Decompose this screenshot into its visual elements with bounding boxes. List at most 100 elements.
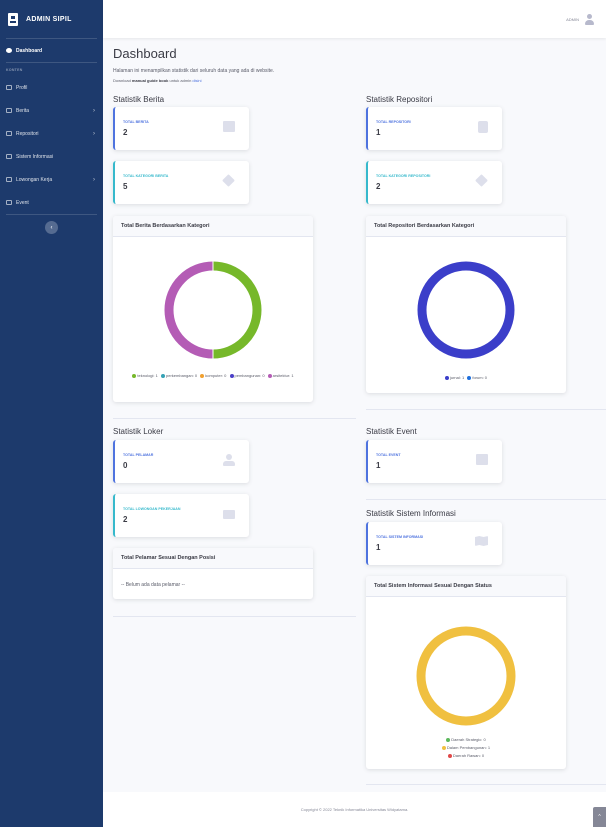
legend-item[interactable]: Daerah Rawan: 0 [374, 752, 558, 760]
chevron-right-icon: › [93, 176, 95, 183]
user-menu[interactable]: ADMIN [566, 14, 594, 25]
legend-dot [161, 373, 165, 378]
stat-card-total-berita: TOTAL BERITA 2 [113, 107, 249, 150]
sidebar-item-lowongan-kerja[interactable]: Lowongan Kerja › [0, 168, 103, 191]
legend-label: arsitektur: 1 [272, 373, 294, 378]
stat-label: TOTAL EVENT [376, 453, 401, 457]
topbar: ADMIN [103, 0, 606, 38]
legend-dot [444, 375, 449, 380]
stat-label: TOTAL SISTEM INFORMASI [376, 535, 424, 539]
section-title-repositori: Statistik Repositori [366, 95, 433, 104]
table-title: Total Pelamar Sesuai Dengan Posisi [113, 548, 313, 569]
brand-logo-icon [8, 12, 18, 26]
donut-slice-arsitektur[interactable] [164, 261, 214, 359]
sidebar-item-berita[interactable]: Berita › [0, 99, 103, 122]
legend-dot [200, 373, 205, 378]
users-icon [223, 454, 235, 466]
legend-item[interactable]: perkembangan: 0 [161, 373, 197, 378]
page-title: Dashboard [113, 46, 177, 61]
legend-item[interactable]: teknologi: 1 [132, 373, 158, 378]
sidebar-item-repositori[interactable]: Repositori › [0, 122, 103, 145]
legend-dot [467, 375, 472, 380]
section-title-sistem-informasi: Statistik Sistem Informasi [366, 509, 456, 518]
stat-label: TOTAL LOWONGAN PEKERJAAN [123, 507, 181, 511]
legend-item[interactable]: Dalam Pembangunan: 1 [374, 744, 558, 752]
legend-dot [441, 745, 446, 750]
calendar-icon [6, 200, 12, 205]
legend-item[interactable]: Daerah Strategic: 0 [374, 736, 558, 744]
section-divider [366, 409, 606, 410]
page-header: Dashboard Halaman ini menampilkan statis… [113, 46, 606, 83]
sidebar-toggle-button[interactable]: ‹ [45, 221, 58, 234]
legend-dot [446, 737, 451, 742]
donut-slice-dalam-pembangunan[interactable] [416, 626, 516, 726]
chart-card-berita: Total Berita Berdasarkan Kategori teknol… [113, 216, 313, 402]
download-bold: manual guide book [131, 78, 169, 83]
scroll-to-top-button[interactable]: ^ [593, 807, 606, 827]
sidebar-heading: KONTEN [6, 67, 23, 72]
legend-label: forum: 0 [472, 375, 488, 380]
sidebar-item-label: Lowongan Kerja [16, 176, 53, 183]
legend-dot [229, 373, 234, 378]
sidebar-item-label: Berita [16, 107, 30, 114]
stat-value: 2 [123, 515, 128, 524]
donut-slice-jurnal[interactable] [417, 261, 515, 359]
legend-dot [132, 373, 137, 378]
legend-item[interactable]: forum: 0 [467, 375, 487, 380]
calendar-icon [476, 454, 488, 465]
section-divider [113, 418, 356, 419]
donut-chart-repositori [417, 261, 515, 359]
stat-label: TOTAL KATEGORI REPOSITORI [376, 174, 431, 178]
dashboard-icon [6, 48, 12, 53]
sidebar-item-event[interactable]: Event [0, 191, 103, 214]
table-card-pelamar: Total Pelamar Sesuai Dengan Posisi -- Be… [113, 548, 313, 599]
legend-item[interactable]: jurnal: 1 [444, 375, 464, 380]
legend-dot [447, 753, 452, 758]
sidebar: ADMIN SIPIL Dashboard KONTEN Profil Beri… [0, 0, 103, 827]
stat-label: TOTAL PELAMAR [123, 453, 154, 457]
download-mid: untuk admin [169, 78, 192, 83]
tags-icon [475, 174, 488, 187]
stat-card-total-sistem-informasi: TOTAL SISTEM INFORMASI 1 [366, 522, 502, 565]
donut-slice-teknologi[interactable] [212, 261, 262, 359]
legend-label: pembangunan: 0 [234, 373, 265, 378]
stat-value: 1 [376, 128, 381, 137]
section-divider [366, 499, 606, 500]
sidebar-item-label: Event [16, 199, 29, 206]
legend-dot [267, 373, 272, 378]
briefcase-icon [6, 177, 12, 182]
section-divider [366, 784, 606, 785]
stat-label: TOTAL BERITA [123, 120, 149, 124]
sidebar-item-label: Sistem Informasi [16, 153, 54, 160]
sidebar-item-dashboard[interactable]: Dashboard [0, 39, 103, 62]
stat-card-total-repositori: TOTAL REPOSITORI 1 [366, 107, 502, 150]
legend-item[interactable]: arsitektur: 1 [267, 373, 294, 378]
book-icon [478, 121, 488, 133]
stat-card-total-pelamar: TOTAL PELAMAR 0 [113, 440, 249, 483]
stat-value: 1 [376, 461, 381, 470]
stat-card-total-event: TOTAL EVENT 1 [366, 440, 502, 483]
briefcase-icon [223, 510, 235, 519]
stat-value: 2 [123, 128, 128, 137]
brand[interactable]: ADMIN SIPIL [0, 0, 103, 38]
legend-label: komputer: 0 [205, 373, 227, 378]
sidebar-item-label: Dashboard [16, 47, 43, 54]
legend-label: teknologi: 1 [137, 373, 158, 378]
download-prefix: Download [113, 78, 131, 83]
section-title-loker: Statistik Loker [113, 427, 164, 436]
sidebar-item-profil[interactable]: Profil [0, 76, 103, 99]
chart-card-sistem-informasi: Total Sistem Informasi Sesuai Dengan Sta… [366, 576, 566, 769]
newspaper-icon [6, 108, 12, 113]
legend-item[interactable]: komputer: 0 [200, 373, 226, 378]
stat-label: TOTAL REPOSITORI [376, 120, 411, 124]
download-link[interactable]: disini [192, 78, 201, 83]
legend-item[interactable]: pembangunan: 0 [229, 373, 265, 378]
tags-icon [222, 174, 235, 187]
stat-card-kategori-repositori: TOTAL KATEGORI REPOSITORI 2 [366, 161, 502, 204]
newspaper-icon [223, 121, 235, 132]
brand-name: ADMIN SIPIL [26, 15, 72, 23]
sidebar-divider [6, 214, 97, 215]
chart-card-repositori: Total Repositori Berdasarkan Kategori ju… [366, 216, 566, 393]
sidebar-item-sistem-informasi[interactable]: Sistem Informasi [0, 145, 103, 168]
empty-message: -- Belum ada data pelamar -- [121, 582, 185, 588]
